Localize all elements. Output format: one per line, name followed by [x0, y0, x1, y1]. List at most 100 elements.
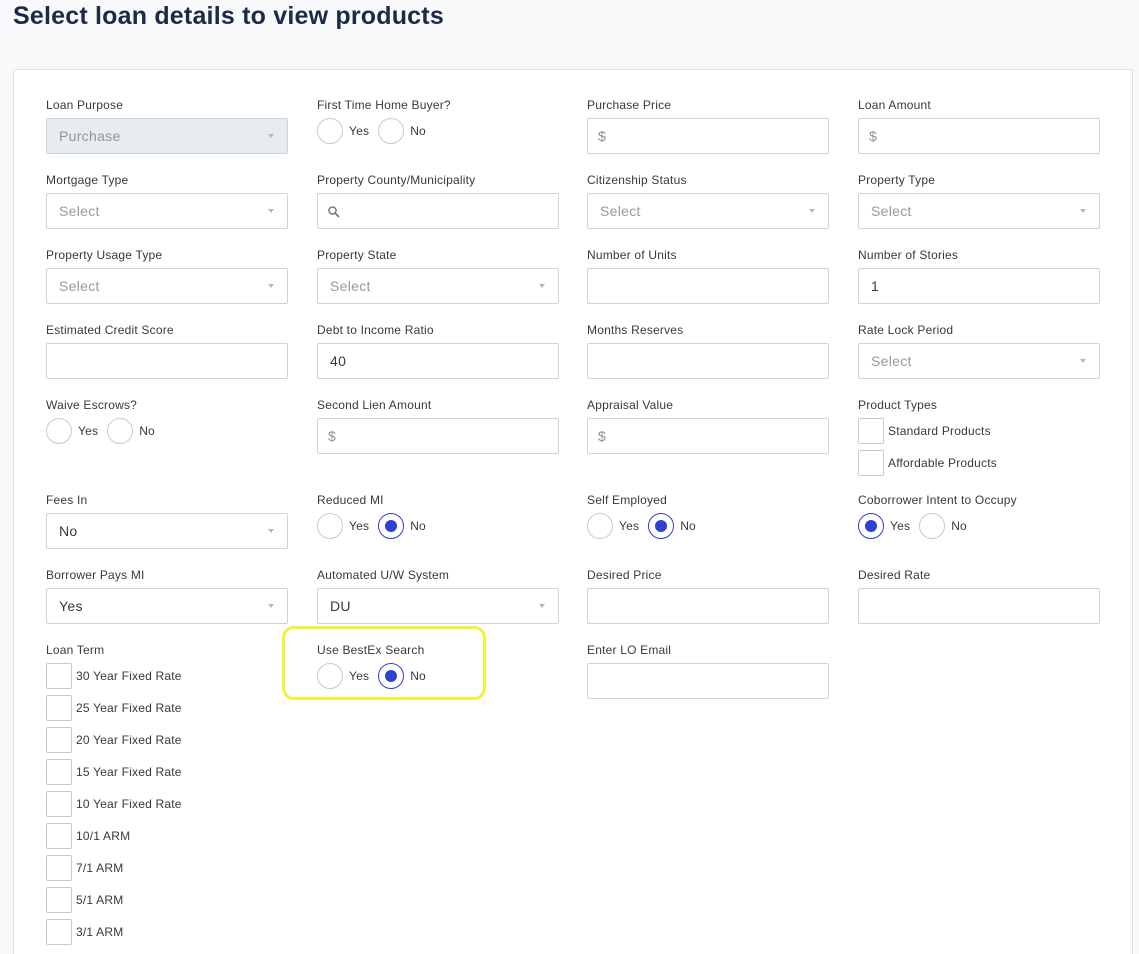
- property-type-select[interactable]: Select: [858, 193, 1100, 229]
- checkbox-label: 10/1 ARM: [76, 829, 131, 843]
- number-of-units-field: Number of Units: [587, 247, 829, 304]
- self-employed-no-radio[interactable]: [648, 513, 675, 539]
- chevron-down-icon: [539, 604, 545, 608]
- field-label: Months Reserves: [587, 323, 684, 337]
- appraisal-value-field: Appraisal Value $: [587, 397, 829, 454]
- field-label: Debt to Income Ratio: [317, 323, 434, 337]
- field-label: Coborrower Intent to Occupy: [858, 493, 1017, 507]
- loan-term-option: 10/1 ARM: [46, 823, 130, 849]
- standard-products-checkbox[interactable]: [858, 418, 884, 444]
- currency-prefix: $: [869, 128, 877, 144]
- field-label: Loan Amount: [858, 98, 931, 112]
- affordable-products-checkbox[interactable]: [858, 450, 884, 476]
- checkbox-label: 15 Year Fixed Rate: [76, 765, 182, 779]
- loan-term-5-1-arm-checkbox[interactable]: [46, 887, 72, 913]
- waive-escrows-no-radio[interactable]: [107, 418, 134, 444]
- coborrower-intent-no-radio[interactable]: [919, 513, 946, 539]
- loan-term-30-year-fixed-checkbox[interactable]: [46, 663, 72, 689]
- desired-rate-input[interactable]: [858, 588, 1100, 624]
- field-label: Fees In: [46, 493, 88, 507]
- loan-term-3-1-arm-checkbox[interactable]: [46, 919, 72, 945]
- select-placeholder: Select: [59, 203, 100, 219]
- waive-escrows-yes-radio[interactable]: [46, 418, 72, 444]
- reduced-mi-yes-radio[interactable]: [317, 513, 343, 539]
- radio-label: No: [139, 424, 155, 438]
- estimated-credit-score-input[interactable]: [46, 343, 288, 379]
- checkbox-label: 3/1 ARM: [76, 925, 124, 939]
- automated-uw-system-select[interactable]: DU: [317, 588, 559, 624]
- chevron-down-icon: [268, 209, 274, 213]
- purchase-price-input[interactable]: $: [587, 118, 829, 154]
- fees-in-field: Fees In No: [46, 492, 288, 549]
- self-employed-yes-radio[interactable]: [587, 513, 613, 539]
- reduced-mi-radio-group: Yes No: [317, 513, 435, 539]
- months-reserves-input[interactable]: [587, 343, 829, 379]
- page-title: Select loan details to view products: [13, 2, 444, 30]
- field-label: Desired Rate: [858, 568, 931, 582]
- property-usage-type-select[interactable]: Select: [46, 268, 288, 304]
- months-reserves-field: Months Reserves: [587, 322, 829, 379]
- rate-lock-period-field: Rate Lock Period Select: [858, 322, 1100, 379]
- loan-term-20-year-fixed-checkbox[interactable]: [46, 727, 72, 753]
- loan-term-option: 20 Year Fixed Rate: [46, 727, 182, 753]
- chevron-down-icon: [268, 529, 274, 533]
- chevron-down-icon: [809, 209, 815, 213]
- chevron-down-icon: [268, 604, 274, 608]
- property-state-field: Property State Select: [317, 247, 559, 304]
- field-label: Estimated Credit Score: [46, 323, 174, 337]
- rate-lock-period-select[interactable]: Select: [858, 343, 1100, 379]
- first-time-buyer-no-radio[interactable]: [378, 118, 405, 144]
- loan-term-25-year-fixed-checkbox[interactable]: [46, 695, 72, 721]
- field-label: Loan Purpose: [46, 98, 124, 112]
- number-of-stories-input[interactable]: 1: [858, 268, 1100, 304]
- field-label: Waive Escrows?: [46, 398, 138, 412]
- loan-term-10-year-fixed-checkbox[interactable]: [46, 791, 72, 817]
- loan-term-option: 3/1 ARM: [46, 919, 123, 945]
- mortgage-type-field: Mortgage Type Select: [46, 172, 288, 229]
- field-label: Second Lien Amount: [317, 398, 432, 412]
- fees-in-select[interactable]: No: [46, 513, 288, 549]
- coborrower-intent-yes-radio[interactable]: [858, 513, 884, 539]
- select-placeholder: Select: [871, 203, 912, 219]
- first-time-buyer-yes-radio[interactable]: [317, 118, 343, 144]
- property-county-search-input[interactable]: [317, 193, 559, 229]
- coborrower-intent-field: Coborrower Intent to Occupy Yes No: [858, 492, 1100, 539]
- appraisal-value-input[interactable]: $: [587, 418, 829, 454]
- loan-term-option: 5/1 ARM: [46, 887, 123, 913]
- debt-to-income-field: Debt to Income Ratio 40: [317, 322, 559, 379]
- radio-label: Yes: [78, 424, 99, 438]
- select-placeholder: Select: [330, 278, 371, 294]
- checkbox-label: 20 Year Fixed Rate: [76, 733, 182, 747]
- loan-term-7-1-arm-checkbox[interactable]: [46, 855, 72, 881]
- lo-email-field: Enter LO Email: [587, 642, 829, 699]
- loan-term-15-year-fixed-checkbox[interactable]: [46, 759, 72, 785]
- loan-term-option: 15 Year Fixed Rate: [46, 759, 182, 785]
- radio-label: No: [680, 519, 696, 533]
- radio-label: No: [951, 519, 967, 533]
- field-label: Loan Term: [46, 643, 105, 657]
- self-employed-radio-group: Yes No: [587, 513, 705, 539]
- loan-details-form: Loan Purpose Purchase First Time Home Bu…: [13, 69, 1133, 954]
- debt-to-income-input[interactable]: 40: [317, 343, 559, 379]
- borrower-pays-mi-select[interactable]: Yes: [46, 588, 288, 624]
- field-label: Property Usage Type: [46, 248, 163, 262]
- property-county-field: Property County/Municipality: [317, 172, 559, 229]
- lo-email-input[interactable]: [587, 663, 829, 699]
- loan-term-option: 25 Year Fixed Rate: [46, 695, 182, 721]
- number-of-units-input[interactable]: [587, 268, 829, 304]
- citizenship-status-select[interactable]: Select: [587, 193, 829, 229]
- mortgage-type-select[interactable]: Select: [46, 193, 288, 229]
- loan-amount-input[interactable]: $: [858, 118, 1100, 154]
- citizenship-status-field: Citizenship Status Select: [587, 172, 829, 229]
- select-value: Purchase: [59, 128, 121, 144]
- reduced-mi-no-radio[interactable]: [378, 513, 405, 539]
- first-time-buyer-radio-group: Yes No: [317, 118, 435, 144]
- coborrower-intent-radio-group: Yes No: [858, 513, 976, 539]
- loan-term-field: Loan Term 30 Year Fixed Rate 25 Year Fix…: [46, 642, 288, 945]
- field-label: Number of Units: [587, 248, 677, 262]
- desired-price-input[interactable]: [587, 588, 829, 624]
- loan-term-10-1-arm-checkbox[interactable]: [46, 823, 72, 849]
- property-state-select[interactable]: Select: [317, 268, 559, 304]
- second-lien-amount-input[interactable]: $: [317, 418, 559, 454]
- checkbox-label: 5/1 ARM: [76, 893, 124, 907]
